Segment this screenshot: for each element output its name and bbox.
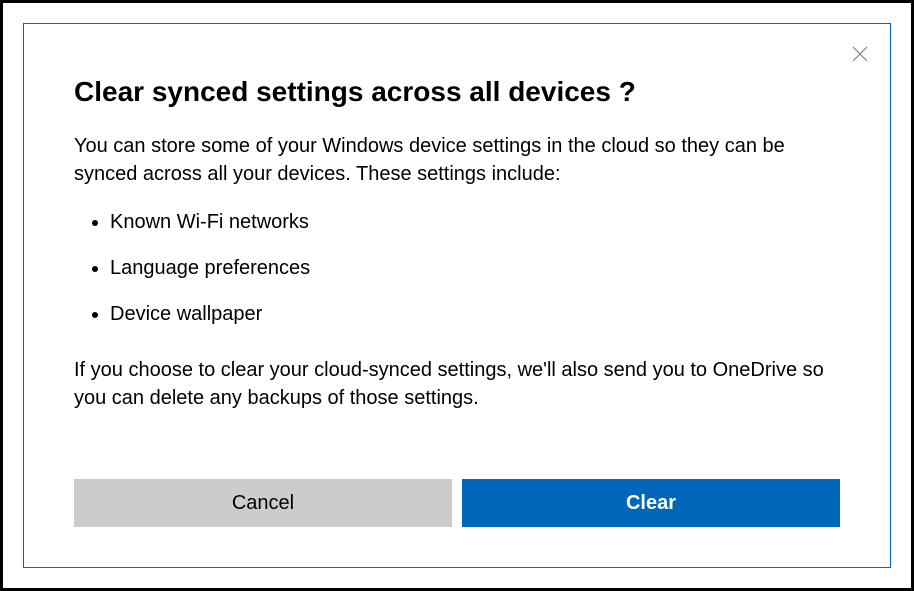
list-item: Device wallpaper [110, 300, 840, 328]
cancel-button[interactable]: Cancel [74, 479, 452, 527]
window-frame: Clear synced settings across all devices… [0, 0, 914, 591]
dialog-footer-text: If you choose to clear your cloud-synced… [74, 356, 840, 412]
button-row: Cancel Clear [74, 479, 840, 527]
close-button[interactable] [850, 44, 870, 64]
close-icon [852, 46, 868, 62]
clear-button[interactable]: Clear [462, 479, 840, 527]
list-item: Known Wi-Fi networks [110, 208, 840, 236]
settings-list: Known Wi-Fi networks Language preference… [74, 208, 840, 328]
list-item: Language preferences [110, 254, 840, 282]
confirmation-dialog: Clear synced settings across all devices… [23, 23, 891, 568]
dialog-intro-text: You can store some of your Windows devic… [74, 132, 840, 188]
dialog-title: Clear synced settings across all devices… [74, 76, 840, 108]
